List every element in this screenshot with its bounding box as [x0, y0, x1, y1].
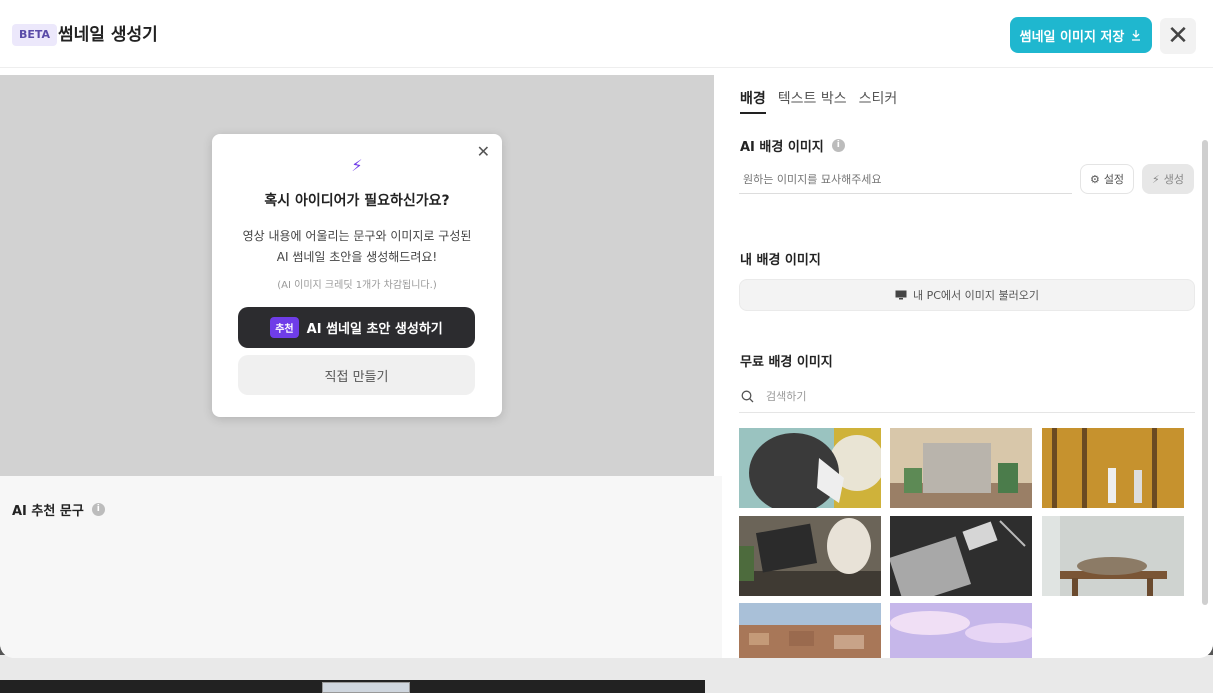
ai-bg-section-title: AI 배경 이미지 i	[740, 136, 845, 155]
free-bg-grid	[739, 428, 1189, 658]
tab-text-box[interactable]: 텍스트 박스	[778, 88, 847, 114]
save-label: 썸네일 이미지 저장	[1019, 29, 1125, 45]
info-icon[interactable]: i	[91, 503, 105, 516]
popup-description: 영상 내용에 어울리는 문구와 이미지로 구성된 AI 썸네일 초안을 생성해드…	[212, 226, 502, 268]
bg-image-laptop-desk[interactable]	[890, 516, 1032, 596]
idea-popup: ✕ ⚡ 혹시 아이디어가 필요하신가요? 영상 내용에 어울리는 문구와 이미지…	[212, 134, 502, 417]
search-placeholder: 검색하기	[766, 390, 807, 403]
settings-label: 설정	[1103, 173, 1125, 186]
beta-badge: BETA	[12, 24, 58, 46]
my-bg-title: 내 배경 이미지	[740, 253, 821, 268]
popup-desc-line1: 영상 내용에 어울리는 문구와 이미지로 구성된	[242, 229, 472, 243]
settings-button[interactable]: ⚙ 설정	[1080, 164, 1134, 194]
thumbnail-generator-modal: BETA 썸네일 생성기 썸네일 이미지 저장 ✕ AI 추천 문구 i ✕ ⚡…	[0, 0, 1213, 658]
popup-desc-line2: AI 썸네일 초안을 생성해드려요!	[276, 250, 438, 264]
side-tabs: 배경 텍스트 박스 스티커	[740, 88, 897, 114]
close-icon: ✕	[1167, 21, 1189, 51]
close-button[interactable]: ✕	[1160, 18, 1196, 54]
image-prompt-input[interactable]	[739, 166, 1072, 194]
bg-image-forest-couple[interactable]	[1042, 428, 1184, 508]
modal-title: 썸네일 생성기	[58, 25, 158, 45]
ai-recommend-panel	[0, 476, 722, 658]
tab-sticker[interactable]: 스티커	[859, 88, 898, 114]
ai-bg-title: AI 배경 이미지	[740, 140, 824, 155]
side-panel-scrollbar[interactable]	[1202, 140, 1208, 605]
free-bg-search[interactable]: 검색하기	[739, 380, 1195, 413]
bg-image-cat[interactable]	[1042, 516, 1184, 596]
free-bg-title: 무료 배경 이미지	[740, 355, 833, 370]
popup-question: 혹시 아이디어가 필요하신가요?	[264, 193, 450, 209]
info-icon[interactable]: i	[831, 139, 845, 152]
load-from-pc-button[interactable]: 내 PC에서 이미지 불러오기	[739, 279, 1195, 311]
ai-recommend-title: AI 추천 문구 i	[12, 500, 105, 519]
generate-ai-draft-label: AI 썸네일 초안 생성하기	[306, 322, 443, 337]
bolt-icon: ⚡	[351, 156, 363, 175]
bg-image-laptop-typing[interactable]	[739, 516, 881, 596]
side-panel: 배경 텍스트 박스 스티커 AI 배경 이미지 i ⚙ 설정 ⚡ 생성 내 배경…	[722, 68, 1213, 658]
save-thumbnail-button[interactable]: 썸네일 이미지 저장	[1010, 17, 1152, 53]
monitor-icon	[895, 290, 907, 300]
bolt-icon: ⚡	[1152, 172, 1160, 186]
generate-bg-button[interactable]: ⚡ 생성	[1142, 164, 1194, 194]
modal-header: BETA 썸네일 생성기 썸네일 이미지 저장 ✕	[0, 0, 1213, 68]
ai-recommend-label: AI 추천 문구	[12, 504, 84, 519]
bg-image-cabinet[interactable]	[890, 428, 1032, 508]
generate-ai-draft-button[interactable]: 추천 AI 썸네일 초안 생성하기	[238, 307, 475, 348]
popup-credit-note: (AI 이미지 크레딧 1개가 차감됩니다.)	[277, 280, 437, 291]
bg-image-hands[interactable]	[739, 428, 881, 508]
taskbar-thumbnail	[322, 682, 410, 693]
download-icon	[1132, 30, 1141, 41]
recommend-tag: 추천	[270, 317, 299, 338]
create-manually-button[interactable]: 직접 만들기	[238, 355, 475, 395]
load-from-pc-label: 내 PC에서 이미지 불러오기	[912, 289, 1039, 302]
generate-bg-label: 생성	[1163, 173, 1184, 186]
tab-background[interactable]: 배경	[740, 88, 766, 114]
gear-icon: ⚙	[1089, 172, 1100, 186]
bg-image-clouds[interactable]	[890, 603, 1032, 658]
search-icon	[741, 390, 754, 402]
bg-image-city[interactable]	[739, 603, 881, 658]
